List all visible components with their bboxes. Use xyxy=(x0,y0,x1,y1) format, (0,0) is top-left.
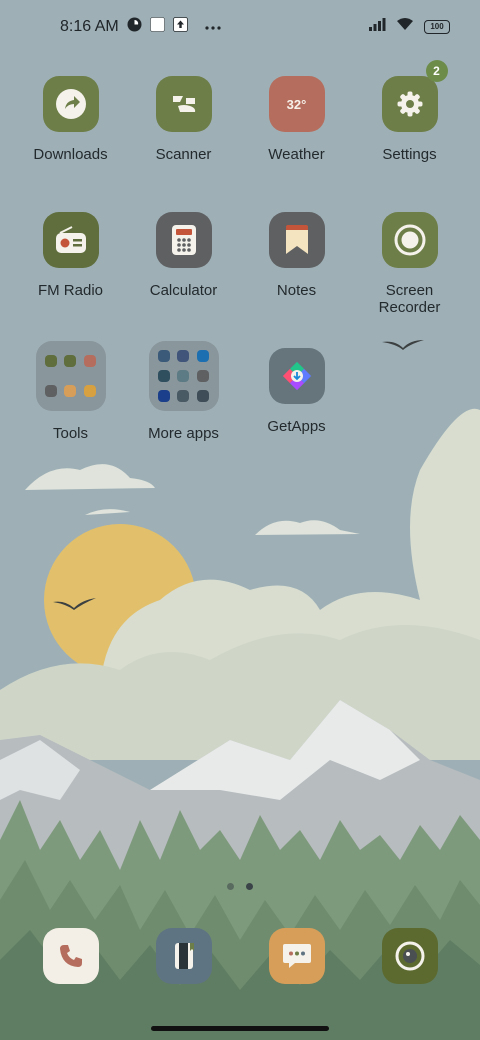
status-bar: 8:16 AM 100 xyxy=(0,0,480,56)
getapps-icon xyxy=(268,348,325,404)
radio-icon xyxy=(42,212,99,268)
app-label-tools: Tools xyxy=(52,425,89,442)
contacts-icon xyxy=(175,943,194,969)
mini-app-icon xyxy=(64,384,77,397)
wifi-icon xyxy=(396,17,414,36)
mini-app-icon xyxy=(177,369,190,382)
folder-icon xyxy=(148,341,219,411)
app-label-settings: Settings xyxy=(382,146,437,163)
message-icon xyxy=(283,944,311,968)
page-indicator xyxy=(0,877,480,895)
notification-badge: 2 xyxy=(425,60,448,82)
battery-icon: 100 xyxy=(424,19,450,34)
mini-app-icon xyxy=(84,384,97,397)
note-icon xyxy=(268,212,325,268)
folder-more-apps[interactable]: More apps xyxy=(127,341,240,442)
app-calculator[interactable]: Calculator xyxy=(127,212,240,299)
page-dot xyxy=(227,883,234,890)
app-label-weather: Weather xyxy=(268,146,325,163)
weather-icon: 32° xyxy=(268,76,325,132)
phone-icon xyxy=(60,945,82,967)
dock-phone[interactable] xyxy=(43,928,99,984)
status-time: 8:16 AM xyxy=(60,18,119,35)
dock-contacts[interactable] xyxy=(156,928,212,984)
mini-app-icon xyxy=(197,350,210,363)
app-downloads[interactable]: Downloads xyxy=(14,76,127,163)
mini-app-icon xyxy=(84,355,97,368)
app-label-more-apps: More apps xyxy=(148,425,219,442)
mini-app-icon xyxy=(157,369,170,382)
gear-icon: 2 xyxy=(381,60,448,132)
app-label-screen-recorder: Screen Recorder xyxy=(378,282,441,316)
folder-tools[interactable]: Tools xyxy=(14,341,127,442)
camera-icon xyxy=(395,941,425,971)
status-bar-right: 100 xyxy=(369,17,450,36)
page-dot-active xyxy=(246,883,253,890)
mini-app-icon xyxy=(197,389,210,402)
app-settings[interactable]: 2 Settings xyxy=(353,60,466,163)
app-weather[interactable]: 32° Weather xyxy=(240,76,353,163)
app-getapps[interactable]: GetApps xyxy=(240,348,353,435)
notification-square-icon xyxy=(149,17,165,37)
dock-messages[interactable] xyxy=(269,928,325,984)
record-icon xyxy=(381,212,438,268)
mini-app-icon xyxy=(177,389,190,402)
app-label-scanner: Scanner xyxy=(155,146,212,163)
downloads-icon xyxy=(42,76,99,132)
mini-app-icon xyxy=(44,384,57,397)
app-fm-radio[interactable]: FM Radio xyxy=(14,212,127,299)
mini-app-icon xyxy=(177,350,190,363)
calculator-icon xyxy=(155,212,212,268)
home-indicator[interactable] xyxy=(151,1026,329,1031)
mini-app-icon xyxy=(157,389,170,402)
more-dots-icon xyxy=(204,18,222,36)
mini-app-icon xyxy=(44,355,57,368)
mini-app-icon xyxy=(64,355,77,368)
weather-temperature: 32° xyxy=(286,96,307,112)
scanner-icon xyxy=(155,76,212,132)
app-scanner[interactable]: Scanner xyxy=(127,76,240,163)
data-saver-icon xyxy=(127,17,142,37)
dock-camera[interactable] xyxy=(382,928,438,984)
signal-icon xyxy=(369,17,386,36)
app-label-notes: Notes xyxy=(276,282,317,299)
status-bar-left: 8:16 AM xyxy=(60,17,222,37)
app-label-fm-radio: FM Radio xyxy=(37,282,104,299)
upload-icon xyxy=(172,17,188,37)
app-screen-recorder[interactable]: Screen Recorder xyxy=(353,212,466,316)
app-label-downloads: Downloads xyxy=(33,146,108,163)
app-label-getapps: GetApps xyxy=(267,418,326,435)
app-notes[interactable]: Notes xyxy=(240,212,353,299)
folder-icon xyxy=(35,341,106,411)
mini-app-icon xyxy=(197,369,210,382)
app-label-calculator: Calculator xyxy=(149,282,218,299)
mini-app-icon xyxy=(157,350,170,363)
